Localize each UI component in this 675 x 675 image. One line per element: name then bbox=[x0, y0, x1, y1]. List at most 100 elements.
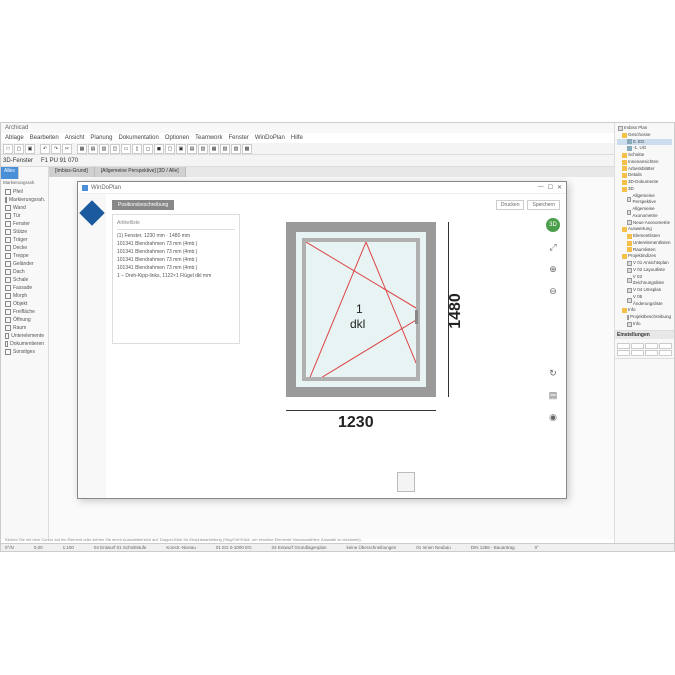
prop-cell[interactable] bbox=[659, 343, 672, 349]
tree-item[interactable]: V 05 Änderungsliste bbox=[617, 294, 672, 308]
prop-cell[interactable] bbox=[631, 350, 644, 356]
tb-btn[interactable]: ▨ bbox=[231, 144, 241, 154]
tree-item[interactable]: 3D-Dokumente bbox=[617, 179, 672, 186]
tree-item[interactable]: 0. EG bbox=[617, 139, 672, 146]
fit-view-icon[interactable]: ⤢ bbox=[546, 240, 560, 254]
tool-item[interactable]: Stütze bbox=[3, 228, 46, 236]
prop-cell[interactable] bbox=[645, 350, 658, 356]
save-button[interactable]: Speichern bbox=[527, 200, 560, 210]
tree-item[interactable]: Allgemeine Perspektive bbox=[617, 193, 672, 207]
tree-item[interactable]: Elementlisten bbox=[617, 233, 672, 240]
tree-item[interactable]: Arbeitsblätter bbox=[617, 166, 672, 173]
tool-item[interactable]: Morph bbox=[3, 292, 46, 300]
tool-item[interactable]: Tür bbox=[3, 212, 46, 220]
tb-btn[interactable]: ▤ bbox=[187, 144, 197, 154]
tree-item[interactable]: Info bbox=[617, 321, 672, 328]
tree-item[interactable]: Neue Axonometrie bbox=[617, 220, 672, 227]
tool-item[interactable]: Geländer bbox=[3, 260, 46, 268]
tb-btn[interactable]: ◫ bbox=[110, 144, 120, 154]
tb-save-icon[interactable]: ▣ bbox=[25, 144, 35, 154]
tb-btn[interactable]: ▯ bbox=[132, 144, 142, 154]
tool-item[interactable]: Fassade bbox=[3, 284, 46, 292]
menu-item[interactable]: Planung bbox=[90, 135, 112, 141]
prop-cell[interactable] bbox=[659, 350, 672, 356]
toolbox-subtab[interactable]: Markierungsrah. bbox=[1, 179, 48, 186]
tree-item[interactable]: Projektbeschreibung bbox=[617, 314, 672, 321]
prop-cell[interactable] bbox=[631, 343, 644, 349]
tb-btn[interactable]: ▥ bbox=[99, 144, 109, 154]
tool-item[interactable]: Sonstiges bbox=[3, 348, 46, 356]
prop-cell[interactable] bbox=[617, 343, 630, 349]
tool-item[interactable]: Raum bbox=[3, 324, 46, 332]
menu-item[interactable]: Optionen bbox=[165, 135, 189, 141]
tool-item[interactable]: Schale bbox=[3, 276, 46, 284]
properties-header[interactable]: Einstellungen bbox=[615, 331, 674, 339]
tb-btn[interactable]: ◼ bbox=[154, 144, 164, 154]
tb-open-icon[interactable]: ▢ bbox=[14, 144, 24, 154]
dialog-minimize-icon[interactable]: — bbox=[538, 184, 544, 191]
zoom-out-icon[interactable]: ⊖ bbox=[546, 284, 560, 298]
tool-item[interactable]: Öffnung bbox=[3, 316, 46, 324]
tree-item[interactable]: 3D bbox=[617, 186, 672, 193]
settings-icon[interactable]: ◉ bbox=[546, 410, 560, 424]
tree-item[interactable]: Schnitte bbox=[617, 152, 672, 159]
tb-btn[interactable]: ▦ bbox=[77, 144, 87, 154]
tool-item[interactable]: Dach bbox=[3, 268, 46, 276]
tree-item[interactable]: Details bbox=[617, 172, 672, 179]
view-mode-label[interactable]: 3D-Fenster bbox=[3, 158, 33, 164]
prop-cell[interactable] bbox=[645, 343, 658, 349]
menu-item[interactable]: Hilfe bbox=[291, 135, 303, 141]
tool-item[interactable]: Pfeil bbox=[3, 188, 46, 196]
tb-btn[interactable]: ▢ bbox=[165, 144, 175, 154]
dialog-close-icon[interactable]: ✕ bbox=[557, 184, 562, 191]
tb-btn[interactable]: ▭ bbox=[121, 144, 131, 154]
tb-btn[interactable]: ◻ bbox=[143, 144, 153, 154]
tool-item[interactable]: Unterelemente bbox=[3, 332, 46, 340]
thumbnail-preview[interactable] bbox=[397, 472, 415, 492]
position-description-button[interactable]: Positionsbeschreibung bbox=[112, 200, 174, 210]
tb-new-icon[interactable]: □ bbox=[3, 144, 13, 154]
document-tab[interactable]: [Allgemeine Perspektive] [3D / Alle] bbox=[95, 167, 186, 177]
layers-icon[interactable]: ▤ bbox=[546, 388, 560, 402]
tree-item[interactable]: Geschosse bbox=[617, 132, 672, 139]
print-button[interactable]: Drucken bbox=[496, 200, 525, 210]
tree-item[interactable]: Raumlisten bbox=[617, 247, 672, 254]
tool-item[interactable]: Dokumentieren bbox=[3, 340, 46, 348]
tb-btn[interactable]: ▤ bbox=[88, 144, 98, 154]
tree-item[interactable]: Innenansichten bbox=[617, 159, 672, 166]
tree-item[interactable]: -1. UG bbox=[617, 145, 672, 152]
tree-item[interactable]: Unterelementlisten bbox=[617, 240, 672, 247]
tree-item[interactable]: Imbiss Plan bbox=[617, 125, 672, 132]
tb-btn[interactable]: ▥ bbox=[198, 144, 208, 154]
menu-item[interactable]: Bearbeiten bbox=[30, 135, 59, 141]
tb-undo-icon[interactable]: ↶ bbox=[40, 144, 50, 154]
zoom-in-icon[interactable]: ⊕ bbox=[546, 262, 560, 276]
menu-item[interactable]: Ablage bbox=[5, 135, 24, 141]
tree-item[interactable]: Projektindizes bbox=[617, 253, 672, 260]
tree-item[interactable]: Allgemeine Axonometrie bbox=[617, 206, 672, 220]
view-3d-button[interactable]: 3D bbox=[546, 218, 560, 232]
tb-cut-icon[interactable]: ✂ bbox=[62, 144, 72, 154]
dialog-maximize-icon[interactable]: ☐ bbox=[548, 184, 553, 191]
tool-item[interactable]: Fenster bbox=[3, 220, 46, 228]
toolbox-tab-all[interactable]: Alles bbox=[1, 167, 19, 179]
tree-item[interactable]: Info bbox=[617, 307, 672, 314]
menu-item[interactable]: WinDoPlan bbox=[255, 135, 285, 141]
tool-item[interactable]: Träger bbox=[3, 236, 46, 244]
tb-btn[interactable]: ▦ bbox=[209, 144, 219, 154]
document-tab[interactable]: [Imbiss-Grund] bbox=[49, 167, 95, 177]
menu-item[interactable]: Dokumentation bbox=[118, 135, 158, 141]
tb-btn[interactable]: ▧ bbox=[220, 144, 230, 154]
tree-item[interactable]: V 04 Umsplan bbox=[617, 287, 672, 294]
menu-item[interactable]: Ansicht bbox=[65, 135, 85, 141]
tb-btn[interactable]: ▣ bbox=[176, 144, 186, 154]
prop-cell[interactable] bbox=[617, 350, 630, 356]
tool-item[interactable]: Decke bbox=[3, 244, 46, 252]
canvas[interactable]: WinDoPlan — ☐ ✕ Positionsbeschreibung bbox=[49, 177, 674, 539]
tree-item[interactable]: V 03 Zeichnungsliste bbox=[617, 274, 672, 288]
tool-item[interactable]: Objekt bbox=[3, 300, 46, 308]
tool-item[interactable]: Markierungsrah. bbox=[3, 196, 46, 204]
menu-item[interactable]: Teamwork bbox=[195, 135, 222, 141]
tb-redo-icon[interactable]: ↷ bbox=[51, 144, 61, 154]
tool-item[interactable]: Treppe bbox=[3, 252, 46, 260]
